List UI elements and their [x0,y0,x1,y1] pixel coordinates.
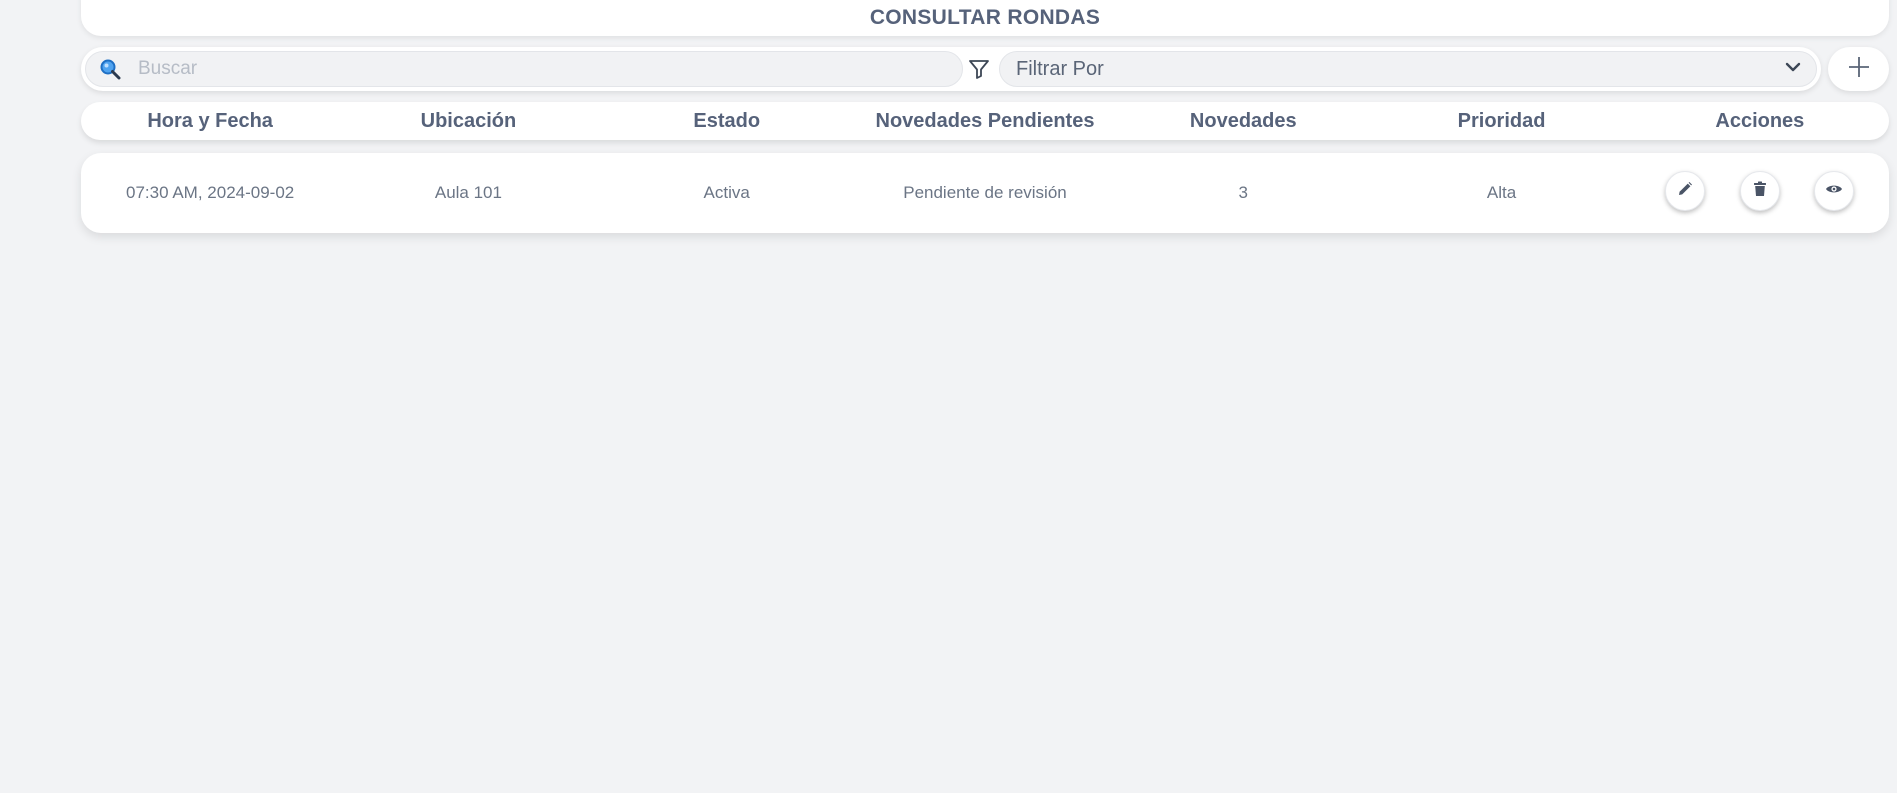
delete-button[interactable] [1739,171,1780,211]
pencil-icon [1677,181,1693,202]
table-row[interactable]: 07:30 AM, 2024-09-02 Aula 101 Activa Pen… [81,153,1889,233]
column-header-hora-fecha[interactable]: Hora y Fecha [81,110,339,133]
page-title: CONSULTAR RONDAS [869,6,1101,29]
view-button[interactable] [1814,171,1855,211]
cell-ubicacion: Aula 101 [434,183,502,202]
cell-prioridad: Alta [1486,183,1517,202]
edit-button[interactable] [1665,171,1706,211]
column-header-acciones: Acciones [1715,109,1805,132]
trash-icon [1753,181,1767,202]
row-actions [1631,153,1889,233]
cell-novedades: 3 [1238,183,1249,202]
add-button[interactable] [1828,47,1889,91]
column-header-novedades-pendientes[interactable]: Novedades Pendientes [856,110,1114,133]
eye-icon [1825,182,1843,201]
toolbar: Filtrar Por [81,47,1821,91]
column-header-ubicacion[interactable]: Ubicación [339,110,597,133]
search-box[interactable] [85,51,963,87]
search-input[interactable] [136,57,920,81]
title-bar: CONSULTAR RONDAS [81,0,1889,36]
filter-select[interactable]: Filtrar Por [999,51,1817,87]
cell-hora-fecha: 07:30 AM, 2024-09-02 [126,183,295,202]
filter-select-label: Filtrar Por [1016,57,1104,80]
plus-icon [1847,55,1871,84]
page: CONSULTAR RONDAS Filtrar Por [0,0,1897,793]
column-header-prioridad[interactable]: Prioridad [1372,110,1630,133]
cell-estado: Activa [703,183,750,202]
search-icon [98,57,122,81]
funnel-icon[interactable] [965,55,993,83]
chevron-down-icon [1784,58,1802,81]
table-header: Hora y Fecha Ubicación Estado Novedades … [81,102,1889,140]
cell-novedades-pendientes: Pendiente de revisión [903,183,1067,202]
column-header-novedades[interactable]: Novedades [1114,110,1372,133]
column-header-estado[interactable]: Estado [598,110,856,133]
